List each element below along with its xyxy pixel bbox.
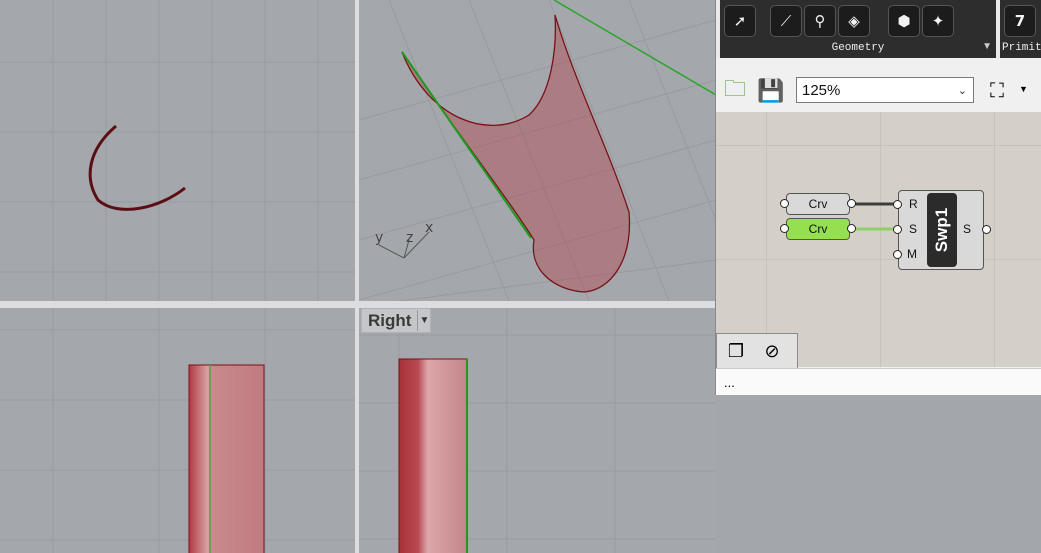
viewport-title-text: Right bbox=[368, 310, 412, 330]
ribbon-group-geometry: ➚ ⟋ ⚲ ◈ ⬢ ✦ Geometry ▼ bbox=[720, 0, 996, 58]
vector-icon[interactable]: ➚ bbox=[724, 5, 756, 37]
axis-gizmo bbox=[378, 231, 430, 259]
param-output-pin[interactable] bbox=[847, 199, 856, 208]
axis-x-label: x bbox=[425, 220, 433, 236]
param-input-pin[interactable] bbox=[780, 199, 789, 208]
grasshopper-canvas[interactable]: Crv Crv R S M Swp1 S bbox=[716, 112, 1041, 367]
viewport-perspective[interactable]: y z x bbox=[359, 0, 716, 301]
param-input-pin[interactable] bbox=[780, 224, 789, 233]
viewport-right[interactable] bbox=[359, 308, 716, 553]
surface-icon[interactable]: ◈ bbox=[838, 5, 870, 37]
mesh-icon[interactable]: ⬢ bbox=[888, 5, 920, 37]
input-m-label: M bbox=[907, 247, 917, 261]
component-nickname-block: Swp1 bbox=[927, 193, 957, 267]
sweep-icon[interactable]: ✦ bbox=[922, 5, 954, 37]
viewport-splitter-vertical[interactable] bbox=[355, 0, 359, 553]
component-ribbon: ➚ ⟋ ⚲ ◈ ⬢ ✦ Geometry ▼ 7 Primiti bbox=[716, 0, 1041, 58]
rail-curve bbox=[88, 124, 186, 211]
curve-param-section[interactable]: Crv bbox=[786, 218, 850, 240]
viewport-perspective-canvas: y z x bbox=[359, 0, 716, 301]
sweep-surface bbox=[401, 14, 631, 293]
surface-front-view bbox=[188, 364, 265, 553]
canvas-widget-bar: ❐ ⊘ bbox=[716, 333, 798, 369]
grasshopper-window: ➚ ⟋ ⚲ ◈ ⬢ ✦ Geometry ▼ 7 Primiti 🗀 💾 125… bbox=[715, 0, 1041, 395]
line-icon[interactable]: ⚲ bbox=[804, 5, 836, 37]
curve-param-section-label: Crv bbox=[808, 222, 828, 236]
cluster-widget-icon[interactable]: ⊘ bbox=[757, 336, 787, 366]
status-bar: ... bbox=[716, 368, 1041, 395]
save-file-icon[interactable]: 💾 bbox=[756, 76, 786, 106]
open-file-icon[interactable]: 🗀 bbox=[720, 76, 750, 106]
viewport-front[interactable] bbox=[0, 308, 355, 553]
curve-param-rail-label: Crv bbox=[808, 197, 828, 211]
ribbon-group-label: Geometry bbox=[831, 42, 885, 54]
zoom-dropdown-icon[interactable]: ⌄ bbox=[958, 78, 967, 104]
param-output-pin[interactable] bbox=[847, 224, 856, 233]
component-input-pin-s[interactable] bbox=[893, 225, 902, 234]
surface-right-view bbox=[398, 358, 468, 553]
viewport-splitter-horizontal[interactable] bbox=[0, 301, 716, 308]
ribbon-expand-icon[interactable]: ▼ bbox=[982, 41, 992, 52]
canvas-toolbar: 🗀 💾 125% ⌄ ⛶ ▼ bbox=[716, 70, 1041, 112]
component-output-pin-s[interactable] bbox=[982, 225, 991, 234]
sweep1-component[interactable]: R S M Swp1 S bbox=[898, 190, 984, 270]
status-text: ... bbox=[724, 375, 735, 390]
wires bbox=[849, 202, 898, 231]
zoom-extents-icon[interactable]: ⛶ bbox=[982, 76, 1012, 106]
axis-z-label: z bbox=[406, 230, 413, 246]
viewport-front-canvas bbox=[0, 308, 355, 553]
ribbon-group-label-2: Primiti bbox=[1002, 42, 1041, 54]
zoom-extents-dropdown-icon[interactable]: ▼ bbox=[1019, 84, 1028, 94]
viewport-menu-dropdown-icon[interactable]: ▼ bbox=[417, 310, 430, 331]
curve-param-rail[interactable]: Crv bbox=[786, 193, 850, 215]
component-input-pin-m[interactable] bbox=[893, 250, 902, 259]
ribbon-group-primitive: 7 Primiti bbox=[1000, 0, 1041, 58]
axis-y-label: y bbox=[375, 230, 383, 246]
zoom-select[interactable]: 125% ⌄ bbox=[796, 77, 974, 103]
viewport-title-right[interactable]: Right ▼ bbox=[361, 308, 432, 333]
viewport-right-canvas bbox=[359, 308, 716, 553]
component-nickname: Swp1 bbox=[932, 207, 951, 253]
viewport-top-canvas bbox=[0, 0, 355, 301]
output-s-label: S bbox=[963, 222, 972, 236]
num-7-icon[interactable]: 7 bbox=[1004, 5, 1036, 37]
viewport-top[interactable] bbox=[0, 0, 355, 301]
input-r-label: R bbox=[909, 197, 918, 211]
curve-icon[interactable]: ⟋ bbox=[770, 5, 802, 37]
component-input-pin-r[interactable] bbox=[893, 200, 902, 209]
input-s-label: S bbox=[909, 222, 918, 236]
zoom-value: 125% bbox=[802, 82, 841, 99]
document-widget-icon[interactable]: ❐ bbox=[721, 336, 751, 366]
